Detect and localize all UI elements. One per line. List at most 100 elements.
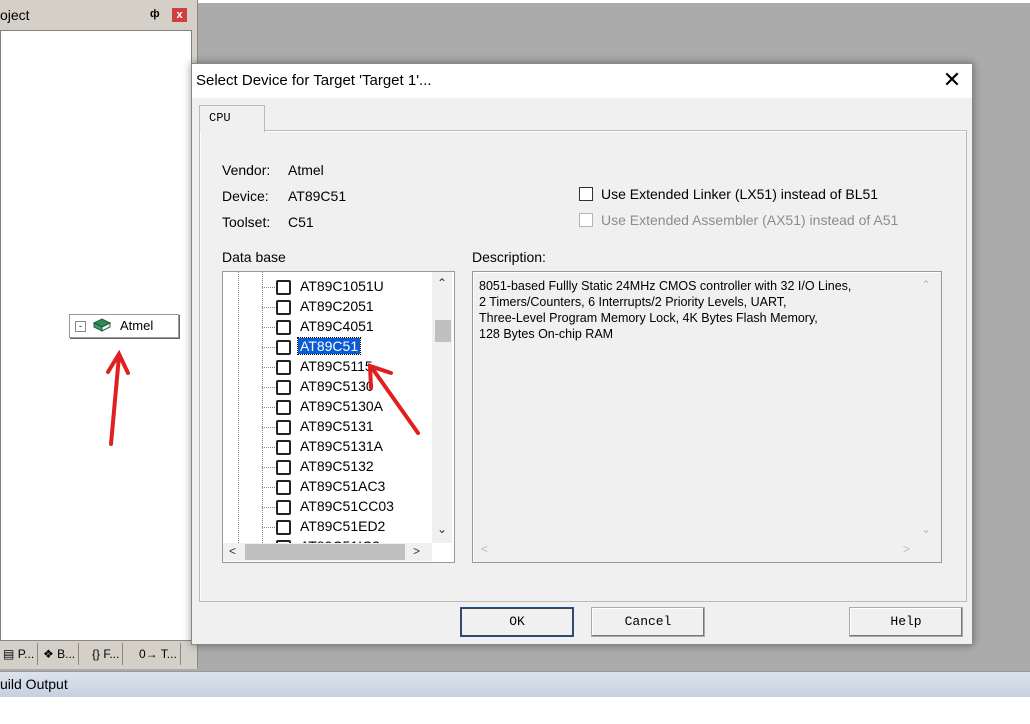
tree-connector (262, 467, 275, 468)
tab-functions-label: {} F... (92, 647, 120, 661)
toolset-label: Toolset: (222, 214, 271, 230)
list-vertical-scrollbar[interactable]: ⌃ ⌄ (432, 272, 452, 543)
panel-close-icon[interactable]: x (172, 8, 187, 22)
device-list-item[interactable]: AT89C4051 (223, 317, 433, 337)
tree-connector (262, 307, 275, 308)
desc-scroll-right-icon[interactable]: > (903, 542, 910, 556)
tree-connector (262, 347, 275, 348)
scroll-right-icon[interactable]: > (413, 544, 420, 558)
device-tree-items: AT89C1051U AT89C2051 AT89C4051 AT89C51 AT89C… (223, 272, 433, 543)
device-name: AT89C5115 (300, 358, 373, 374)
chip-icon (276, 340, 291, 355)
device-name: AT89C5131 (300, 418, 374, 434)
extended-linker-label: Use Extended Linker (LX51) instead of BL… (601, 186, 879, 202)
tree-connector (262, 367, 275, 368)
tree-connector (262, 427, 275, 428)
tree-connector (262, 387, 275, 388)
device-list-item[interactable]: AT89C2051 (223, 297, 433, 317)
device-list-item[interactable]: AT89C5115 (223, 357, 433, 377)
tree-expand-icon[interactable]: - (75, 321, 86, 332)
tree-connector (262, 327, 275, 328)
device-list-item[interactable]: AT89C5131 (223, 417, 433, 437)
device-label: Device: (222, 188, 269, 204)
device-list-item[interactable]: AT89C51AC3 (223, 477, 433, 497)
scroll-down-icon[interactable]: ⌄ (437, 522, 447, 536)
desc-scroll-left-icon[interactable]: < (481, 542, 488, 556)
cancel-button[interactable]: Cancel (591, 607, 705, 637)
build-output-title: uild Output (0, 676, 68, 692)
tab-functions[interactable]: {} F... (89, 643, 124, 665)
tree-node-label: Atmel (120, 318, 154, 333)
chip-icon (276, 520, 291, 535)
scroll-up-icon[interactable]: ⌃ (437, 276, 447, 290)
device-list-item[interactable]: AT89C5131A (223, 437, 433, 457)
chip-icon (276, 280, 291, 295)
desc-scroll-up-icon[interactable]: ⌃ (921, 278, 931, 292)
device-name: AT89C51CC03 (300, 498, 394, 514)
device-database-list[interactable]: AT89C1051U AT89C2051 AT89C4051 AT89C51 AT89C… (222, 271, 455, 563)
cpu-tab-panel: Vendor: Atmel Device: AT89C51 Toolset: C… (199, 130, 967, 602)
pin-icon[interactable]: ф (150, 8, 160, 20)
chip-icon (276, 440, 291, 455)
tree-connector (262, 507, 275, 508)
vendor-value: Atmel (288, 162, 324, 178)
vertical-scroll-thumb[interactable] (435, 320, 451, 342)
chip-icon (276, 400, 291, 415)
ok-button[interactable]: OK (460, 607, 574, 637)
desc-scroll-down-icon[interactable]: ⌄ (921, 522, 931, 536)
top-strip (197, 0, 1030, 3)
device-name: AT89C51AC3 (300, 478, 386, 494)
tree-connector (262, 487, 275, 488)
tab-project-label: P... (17, 647, 35, 661)
device-name: AT89C1051U (300, 278, 384, 294)
chip-icon (276, 420, 291, 435)
device-name: AT89C51 (296, 337, 362, 355)
dialog-title: Select Device for Target 'Target 1'... (196, 72, 432, 89)
device-name: AT89C5130A (300, 398, 384, 414)
device-list-item[interactable]: AT89C5132 (223, 457, 433, 477)
tree-connector (262, 447, 275, 448)
select-device-dialog: Select Device for Target 'Target 1'... ✕… (191, 63, 973, 645)
tree-connector (262, 407, 275, 408)
device-name: AT89C4051 (300, 318, 374, 334)
tree-node-atmel[interactable]: - Atmel (69, 314, 179, 338)
tab-templates[interactable]: 0→ T... (136, 643, 181, 665)
toolset-value: C51 (288, 214, 314, 230)
tab-books[interactable]: ❖ B... (40, 643, 80, 665)
build-output-area (0, 697, 1030, 724)
device-list-item[interactable]: AT89C1051U (223, 277, 433, 297)
device-list-item[interactable]: AT89C51 (223, 337, 433, 357)
help-button[interactable]: Help (849, 607, 963, 637)
device-list-item[interactable]: AT89C51ED2 (223, 517, 433, 537)
device-value: AT89C51 (288, 188, 347, 204)
device-name: AT89C5132 (300, 458, 374, 474)
device-name: AT89C5131A (300, 438, 384, 454)
tree-connector (262, 527, 275, 528)
extended-assembler-label: Use Extended Assembler (AX51) instead of… (601, 212, 899, 228)
tab-project[interactable]: ▤ P... (0, 643, 39, 665)
description-box[interactable]: 8051-based Fullly Static 24MHz CMOS cont… (472, 271, 942, 563)
device-name: AT89C51ED2 (300, 518, 386, 534)
chip-icon (276, 480, 291, 495)
description-label: Description: (472, 249, 546, 265)
extended-linker-checkbox[interactable] (579, 187, 593, 201)
device-name: AT89C5130 (300, 378, 374, 394)
chip-icon (276, 360, 291, 375)
book-icon (92, 318, 112, 332)
device-list-item[interactable]: AT89C5130 (223, 377, 433, 397)
build-output-bar (0, 671, 1030, 698)
scroll-left-icon[interactable]: < (229, 544, 236, 558)
project-title: oject (0, 7, 30, 23)
tab-books-label: B... (57, 647, 76, 661)
tree-connector (262, 287, 275, 288)
chip-icon (276, 380, 291, 395)
list-horizontal-scrollbar[interactable]: < > (223, 543, 432, 561)
horizontal-scroll-thumb[interactable] (245, 544, 405, 560)
device-list-item[interactable]: AT89C5130A (223, 397, 433, 417)
device-name: AT89C2051 (300, 298, 374, 314)
project-tab-icon: ▤ (3, 647, 15, 661)
device-list-item[interactable]: AT89C51CC03 (223, 497, 433, 517)
dialog-close-icon[interactable]: ✕ (940, 69, 964, 93)
tab-cpu[interactable]: CPU (199, 105, 265, 132)
books-tab-icon: ❖ (43, 647, 54, 661)
